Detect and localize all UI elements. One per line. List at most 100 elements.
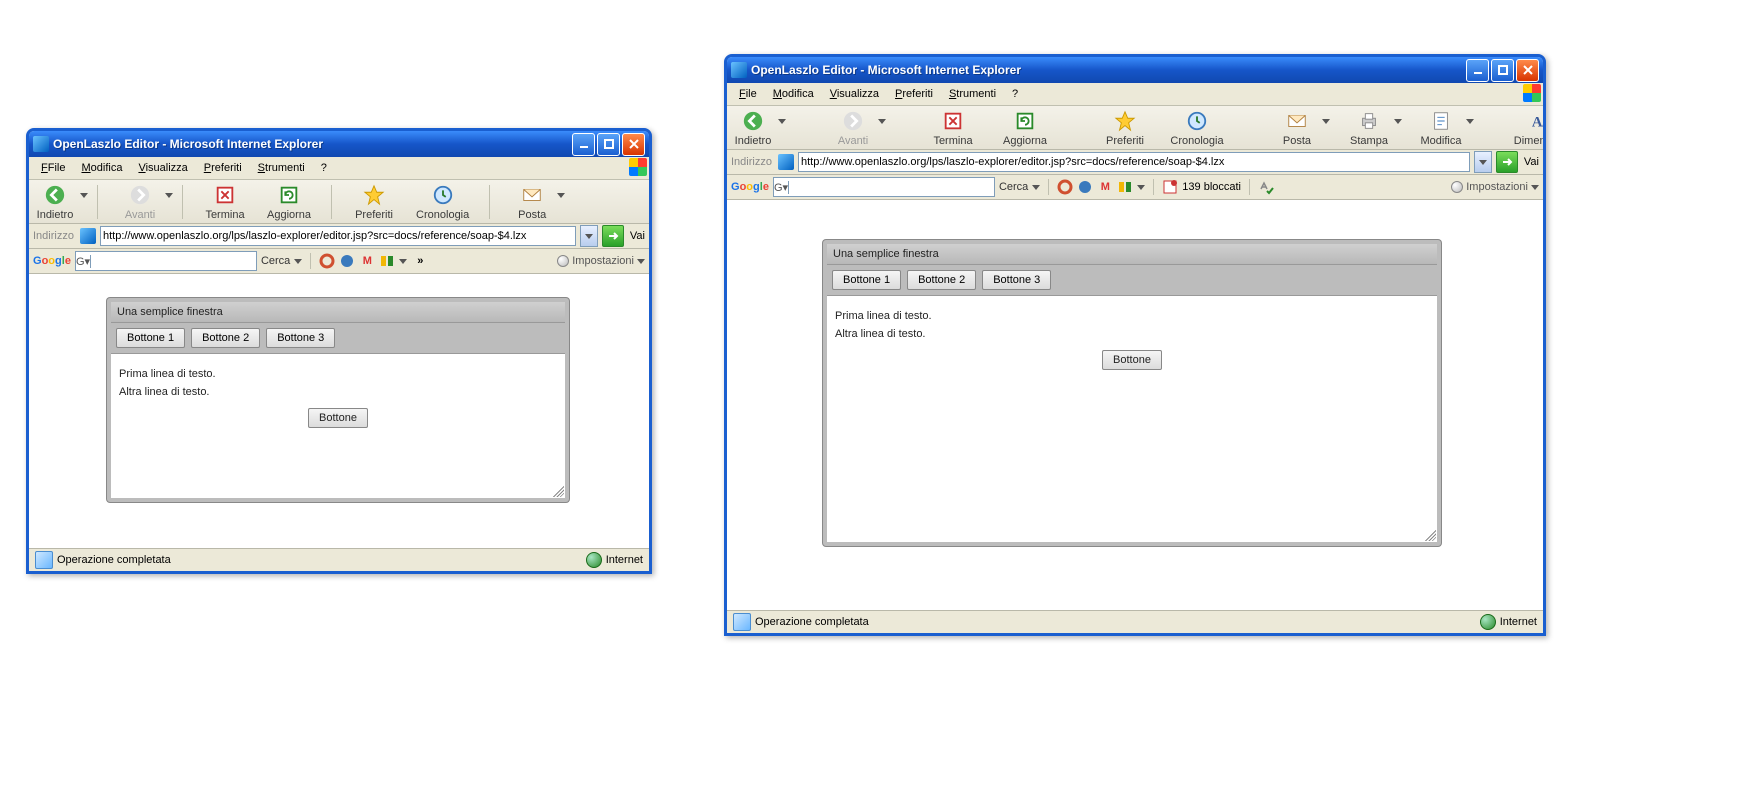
status-zone: Internet — [1500, 616, 1537, 628]
bookmarks-dropdown-icon[interactable] — [1137, 181, 1145, 193]
menu-help[interactable]: ? — [1004, 86, 1026, 102]
settings-dot-icon — [1451, 181, 1463, 193]
gmail-icon[interactable]: M — [1097, 179, 1113, 195]
bookmarks-icon[interactable] — [379, 253, 395, 269]
menu-visualizza[interactable]: Visualizza — [130, 160, 195, 176]
minimize-button[interactable] — [1466, 59, 1489, 82]
back-button[interactable]: Indietro — [731, 109, 775, 147]
resize-handle-icon[interactable] — [550, 483, 564, 497]
laszlo-button-1[interactable]: Bottone 1 — [832, 270, 901, 290]
go-button[interactable] — [602, 225, 624, 247]
address-input[interactable] — [100, 226, 576, 246]
forward-button[interactable]: Avanti — [831, 109, 875, 147]
menu-strumenti[interactable]: Strumenti — [250, 160, 313, 176]
laszlo-center-button[interactable]: Bottone — [1102, 350, 1162, 370]
close-button[interactable] — [1516, 59, 1539, 82]
mail-dropdown-icon[interactable] — [556, 187, 566, 203]
stop-button[interactable]: Termina — [931, 109, 975, 147]
titlebar[interactable]: OpenLaszlo Editor - Microsoft Internet E… — [29, 131, 649, 157]
menu-preferiti[interactable]: Preferiti — [887, 86, 941, 102]
google-search-box[interactable]: G▾ — [773, 177, 995, 197]
menu-file[interactable]: File — [731, 86, 765, 102]
ie-window-left: OpenLaszlo Editor - Microsoft Internet E… — [26, 128, 652, 574]
popup-blocked-label[interactable]: 139 bloccati — [1182, 181, 1241, 193]
menu-visualizza[interactable]: Visualizza — [822, 86, 887, 102]
menu-strumenti[interactable]: Strumenti — [941, 86, 1004, 102]
back-dropdown-icon[interactable] — [79, 187, 89, 203]
address-dropdown-icon[interactable] — [580, 225, 598, 247]
page-icon — [80, 228, 96, 244]
textsize-button[interactable]: AA Dimensioni — [1519, 109, 1546, 147]
bookmarks-icon[interactable] — [1117, 179, 1133, 195]
maximize-button[interactable] — [1491, 59, 1514, 82]
laszlo-button-1[interactable]: Bottone 1 — [116, 328, 185, 348]
forward-dropdown-icon[interactable] — [164, 187, 174, 203]
back-button[interactable]: Indietro — [33, 183, 77, 221]
google-settings[interactable]: Impostazioni — [1451, 181, 1539, 193]
toolbar-overflow[interactable]: » — [417, 255, 423, 267]
forward-dropdown-icon[interactable] — [877, 113, 887, 129]
mail-button[interactable]: Posta — [1275, 109, 1319, 147]
print-button[interactable]: Stampa — [1347, 109, 1391, 147]
menu-modifica[interactable]: Modifica — [73, 160, 130, 176]
forward-button[interactable]: Avanti — [118, 183, 162, 221]
google-search-label[interactable]: Cerca — [261, 255, 290, 267]
mail-dropdown-icon[interactable] — [1321, 113, 1331, 129]
address-dropdown-icon[interactable] — [1474, 151, 1492, 173]
google-search-label[interactable]: Cerca — [999, 181, 1028, 193]
laszlo-button-3[interactable]: Bottone 3 — [266, 328, 335, 348]
laszlo-button-2[interactable]: Bottone 2 — [907, 270, 976, 290]
print-dropdown-icon[interactable] — [1393, 113, 1403, 129]
printer-icon — [1357, 109, 1381, 133]
google-search-scope-icon[interactable]: G▾ — [76, 255, 91, 268]
google-search-box[interactable]: G▾ — [75, 251, 257, 271]
laszlo-window[interactable]: Una semplice finestra Bottone 1 Bottone … — [823, 240, 1441, 546]
refresh-button[interactable]: Aggiorna — [1003, 109, 1047, 147]
titlebar[interactable]: OpenLaszlo Editor - Microsoft Internet E… — [727, 57, 1543, 83]
google-search-scope-icon[interactable]: G▾ — [774, 181, 789, 194]
menu-modifica[interactable]: Modifica — [765, 86, 822, 102]
search-dropdown-icon[interactable] — [1032, 181, 1040, 193]
address-input[interactable] — [798, 152, 1470, 172]
refresh-button[interactable]: Aggiorna — [267, 183, 311, 221]
edit-button[interactable]: Modifica — [1419, 109, 1463, 147]
edit-dropdown-icon[interactable] — [1465, 113, 1475, 129]
bookmarks-dropdown-icon[interactable] — [399, 255, 407, 267]
minimize-button[interactable] — [572, 133, 595, 156]
internet-zone-icon — [1480, 614, 1496, 630]
favorites-button[interactable]: Preferiti — [1103, 109, 1147, 147]
window-title: OpenLaszlo Editor - Microsoft Internet E… — [53, 137, 570, 151]
gmail-icon[interactable]: M — [359, 253, 375, 269]
laszlo-button-2[interactable]: Bottone 2 — [191, 328, 260, 348]
menu-help[interactable]: ? — [313, 160, 335, 176]
menu-file[interactable]: FFileFile — [33, 160, 73, 176]
resize-handle-icon[interactable] — [1422, 527, 1436, 541]
laszlo-center-button[interactable]: Bottone — [308, 408, 368, 428]
laszlo-window[interactable]: Una semplice finestra Bottone 1 Bottone … — [107, 298, 569, 502]
laszlo-button-3[interactable]: Bottone 3 — [982, 270, 1051, 290]
stop-icon — [213, 183, 237, 207]
pagerank-icon[interactable] — [319, 253, 335, 269]
forward-icon — [841, 109, 865, 133]
back-dropdown-icon[interactable] — [777, 113, 787, 129]
news-globe-icon[interactable] — [1077, 179, 1093, 195]
favorites-button[interactable]: Preferiti — [352, 183, 396, 221]
stop-button[interactable]: Termina — [203, 183, 247, 221]
mail-button[interactable]: Posta — [510, 183, 554, 221]
history-button[interactable]: Cronologia — [416, 183, 469, 221]
laszlo-titlebar[interactable]: Una semplice finestra — [111, 302, 565, 323]
laszlo-titlebar[interactable]: Una semplice finestra — [827, 244, 1437, 265]
statusbar: Operazione completata Internet — [727, 610, 1543, 633]
close-button[interactable] — [622, 133, 645, 156]
popup-blocker-icon[interactable] — [1162, 179, 1178, 195]
google-settings[interactable]: Impostazioni — [557, 255, 645, 267]
maximize-button[interactable] — [597, 133, 620, 156]
svg-text:A: A — [1542, 119, 1546, 129]
go-button[interactable] — [1496, 151, 1518, 173]
spellcheck-icon[interactable] — [1258, 179, 1274, 195]
search-dropdown-icon[interactable] — [294, 255, 302, 267]
history-button[interactable]: Cronologia — [1175, 109, 1219, 147]
menu-preferiti[interactable]: Preferiti — [196, 160, 250, 176]
pagerank-icon[interactable] — [1057, 179, 1073, 195]
news-globe-icon[interactable] — [339, 253, 355, 269]
